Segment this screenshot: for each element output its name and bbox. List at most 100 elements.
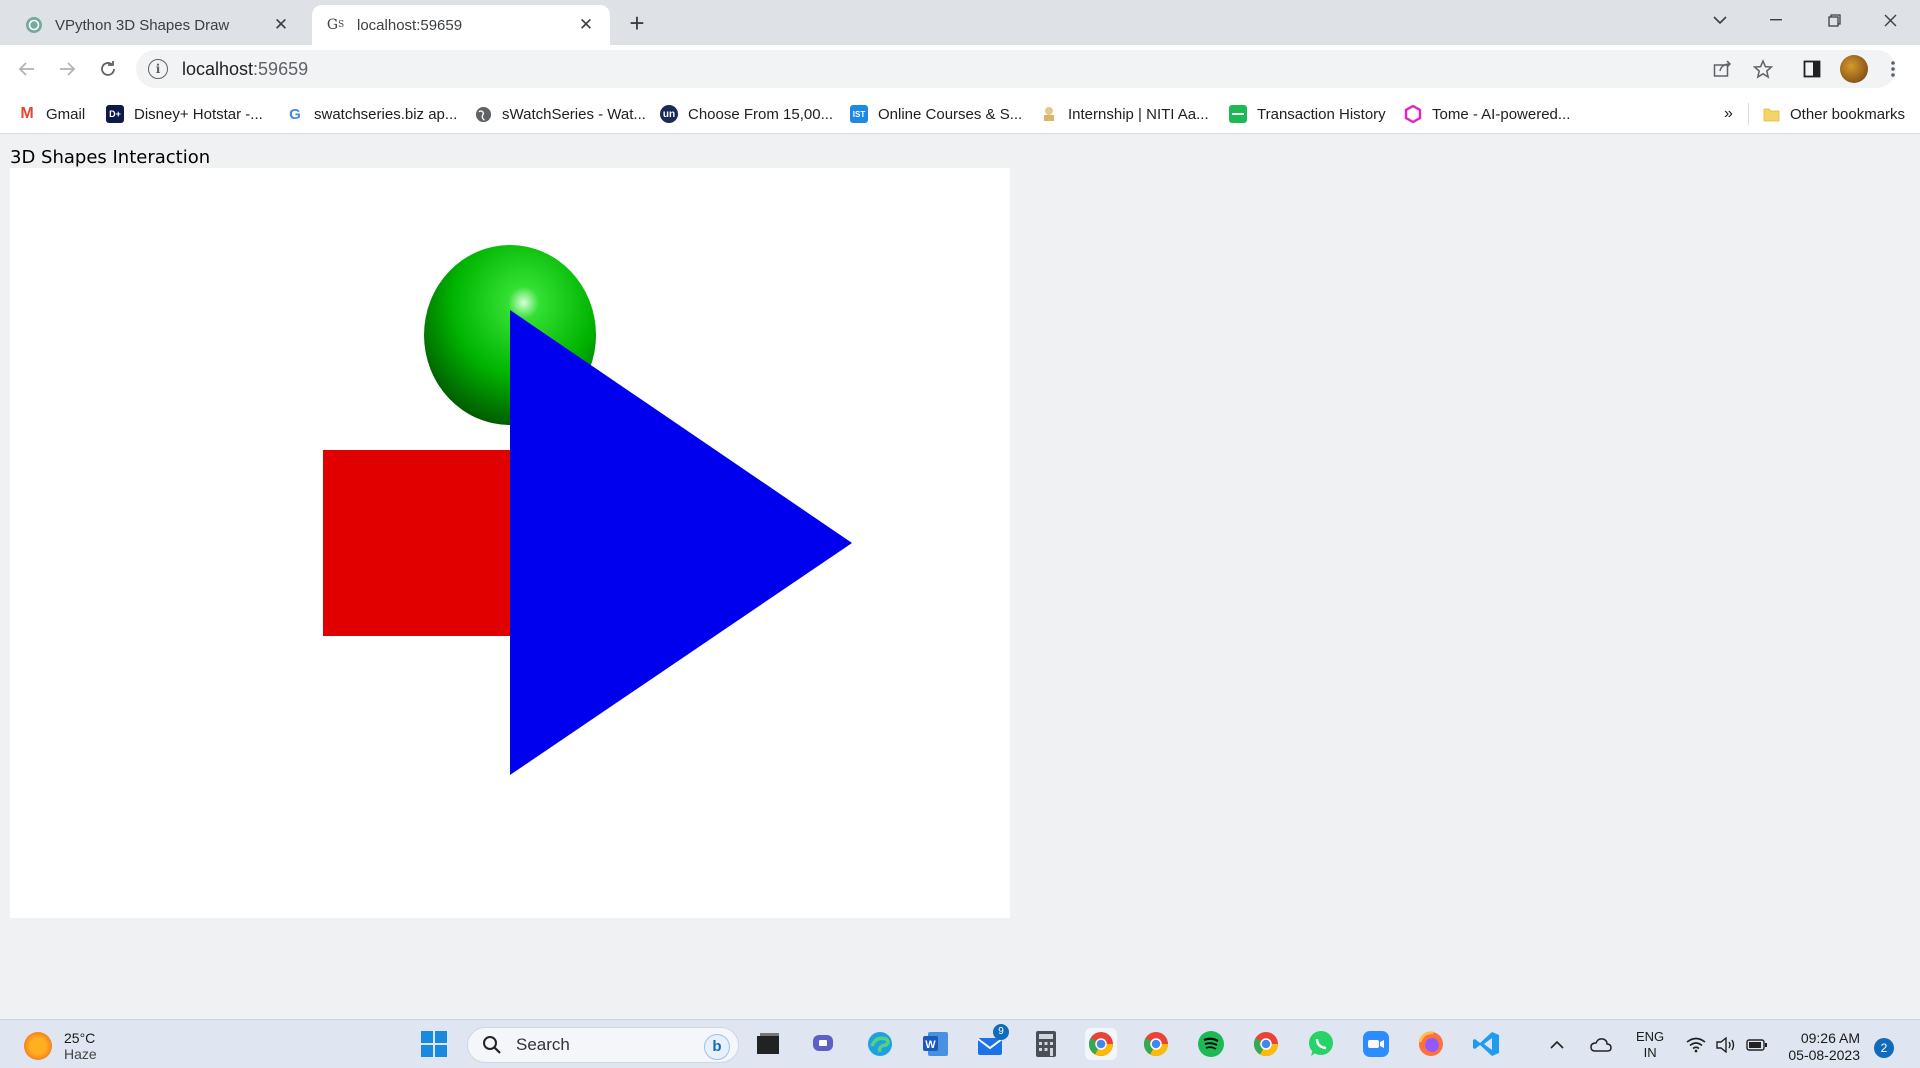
url-port: :59659 — [253, 58, 309, 79]
firefox-icon[interactable] — [1415, 1028, 1447, 1060]
globe-icon — [474, 105, 492, 123]
region-code: IN — [1643, 1044, 1657, 1060]
site-info-icon[interactable]: i — [148, 59, 168, 79]
scene-svg — [323, 245, 852, 775]
bookmark-label: sWatchSeries - Wat... — [502, 105, 646, 123]
address-bar[interactable]: i localhost:59659 — [136, 50, 1896, 88]
bookmark-label: Tome - AI-powered... — [1432, 105, 1571, 123]
mail-icon[interactable]: 9 — [975, 1024, 1009, 1060]
teams-chat-icon[interactable] — [808, 1028, 840, 1060]
whatsapp-icon[interactable] — [1305, 1028, 1337, 1060]
weather-widget[interactable]: 25°C Haze — [24, 1030, 97, 1062]
clock-time: 09:26 AM — [1800, 1030, 1860, 1046]
onedrive-icon[interactable] — [1590, 1020, 1612, 1068]
close-tab-icon[interactable]: ✕ — [576, 15, 596, 35]
google-icon: G — [289, 105, 301, 123]
calculator-icon[interactable] — [1030, 1028, 1062, 1060]
close-tab-icon[interactable]: ✕ — [271, 15, 291, 35]
bookmark-label: Choose From 15,00... — [688, 105, 834, 123]
weather-temp: 25°C — [64, 1030, 96, 1046]
bookmark-unacademy[interactable]: un Choose From 15,00... — [660, 103, 833, 125]
spotify-icon[interactable] — [1195, 1028, 1227, 1060]
new-tab-button[interactable]: + — [622, 8, 652, 38]
restore-button[interactable] — [1806, 0, 1862, 40]
bookmark-label: Online Courses & S... — [878, 105, 1023, 123]
side-panel-icon[interactable] — [1801, 58, 1823, 80]
bookmark-online-courses[interactable]: IST Online Courses & S... — [850, 103, 1022, 125]
blue-pyramid — [510, 310, 852, 775]
task-view-icon[interactable] — [752, 1028, 784, 1060]
wifi-icon[interactable] — [1686, 1020, 1706, 1068]
bookmark-swatchseries-biz[interactable]: G swatchseries.biz ap... — [286, 103, 457, 125]
battery-icon[interactable] — [1746, 1020, 1768, 1068]
tab-search-icon[interactable] — [1692, 0, 1748, 40]
share-icon[interactable] — [1712, 58, 1734, 80]
bookmark-label: Disney+ Hotstar -... — [134, 105, 263, 123]
word-icon[interactable]: W — [920, 1028, 952, 1060]
zoom-icon[interactable] — [1360, 1028, 1392, 1060]
reload-button[interactable] — [93, 54, 123, 84]
chrome-profile-1-icon[interactable] — [1085, 1028, 1117, 1060]
bookmark-transaction-history[interactable]: Transaction History — [1229, 103, 1386, 125]
browser-toolbar: i localhost:59659 — [0, 45, 1920, 92]
bookmark-label: Gmail — [46, 105, 86, 123]
start-button[interactable] — [418, 1028, 450, 1060]
chatgpt-icon — [24, 16, 43, 35]
sheet-icon — [1229, 105, 1247, 123]
menu-kebab-icon[interactable] — [1882, 58, 1904, 80]
gmail-icon: M — [20, 105, 34, 122]
bookmark-gmail[interactable]: M Gmail — [18, 103, 85, 125]
vpython-canvas[interactable] — [10, 168, 1010, 918]
bookmark-hotstar[interactable]: D+ Disney+ Hotstar -... — [106, 103, 263, 125]
bookmark-swatchseries[interactable]: sWatchSeries - Wat... — [474, 103, 646, 125]
tab-strip: VPython 3D Shapes Draw ✕ GS localhost:59… — [0, 0, 1920, 45]
page-title: 3D Shapes Interaction — [10, 147, 211, 168]
edge-icon[interactable] — [864, 1028, 896, 1060]
profile-avatar[interactable] — [1840, 55, 1868, 83]
back-button[interactable] — [12, 54, 42, 84]
search-icon — [483, 1036, 501, 1054]
hotstar-icon: D+ — [106, 105, 124, 123]
notification-badge[interactable]: 2 — [1874, 1038, 1894, 1058]
glowscript-icon: GS — [326, 17, 345, 33]
forward-button[interactable] — [52, 54, 82, 84]
more-bookmarks-button[interactable]: » — [1724, 103, 1733, 125]
volume-icon[interactable] — [1716, 1020, 1736, 1068]
unacademy-icon: un — [660, 105, 678, 123]
other-bookmarks-folder[interactable]: Other bookmarks — [1762, 103, 1905, 125]
weather-condition: Haze — [64, 1046, 97, 1062]
vscode-icon[interactable] — [1470, 1028, 1502, 1060]
tab-title: VPython 3D Shapes Draw — [55, 16, 230, 34]
close-window-button[interactable] — [1862, 0, 1918, 40]
minimize-button[interactable] — [1748, 0, 1804, 40]
taskbar-search[interactable]: Search b — [467, 1027, 739, 1063]
tome-icon — [1404, 105, 1422, 123]
show-hidden-icons[interactable] — [1550, 1020, 1564, 1068]
windows-taskbar: 25°C Haze Search b W 9 ENG IN 09:26 AM 0… — [0, 1019, 1920, 1068]
tab-title: localhost:59659 — [357, 16, 463, 34]
input-language[interactable]: ENG IN — [1636, 1020, 1664, 1068]
weather-haze-icon — [24, 1032, 52, 1060]
svg-text:W: W — [925, 1039, 936, 1051]
system-clock[interactable]: 09:26 AM 05-08-2023 — [1780, 1030, 1860, 1064]
bookmark-label: Internship | NITI Aa... — [1068, 105, 1209, 123]
chrome-profile-3-icon[interactable] — [1250, 1028, 1282, 1060]
emblem-icon — [1040, 105, 1058, 123]
bing-icon[interactable]: b — [704, 1034, 730, 1060]
bookmarks-bar: M Gmail D+ Disney+ Hotstar -... G swatch… — [0, 92, 1920, 134]
clock-date: 05-08-2023 — [1788, 1047, 1860, 1063]
mail-badge: 9 — [993, 1024, 1009, 1040]
ist-icon: IST — [850, 105, 868, 123]
bookmark-niti[interactable]: Internship | NITI Aa... — [1040, 103, 1209, 125]
lang-code: ENG — [1636, 1028, 1665, 1044]
page-content: 3D Shapes Interaction — [0, 135, 1920, 1019]
bookmark-label: Other bookmarks — [1790, 105, 1906, 123]
chrome-profile-2-icon[interactable] — [1140, 1028, 1172, 1060]
tab-vpython[interactable]: VPython 3D Shapes Draw ✕ — [10, 5, 305, 45]
search-placeholder: Search — [516, 1035, 570, 1054]
bookmark-label: swatchseries.biz ap... — [314, 105, 458, 123]
bookmark-star-icon[interactable] — [1752, 58, 1774, 80]
url-host: localhost — [182, 58, 254, 79]
tab-localhost[interactable]: GS localhost:59659 ✕ — [312, 5, 610, 45]
bookmark-tome[interactable]: Tome - AI-powered... — [1404, 103, 1570, 125]
